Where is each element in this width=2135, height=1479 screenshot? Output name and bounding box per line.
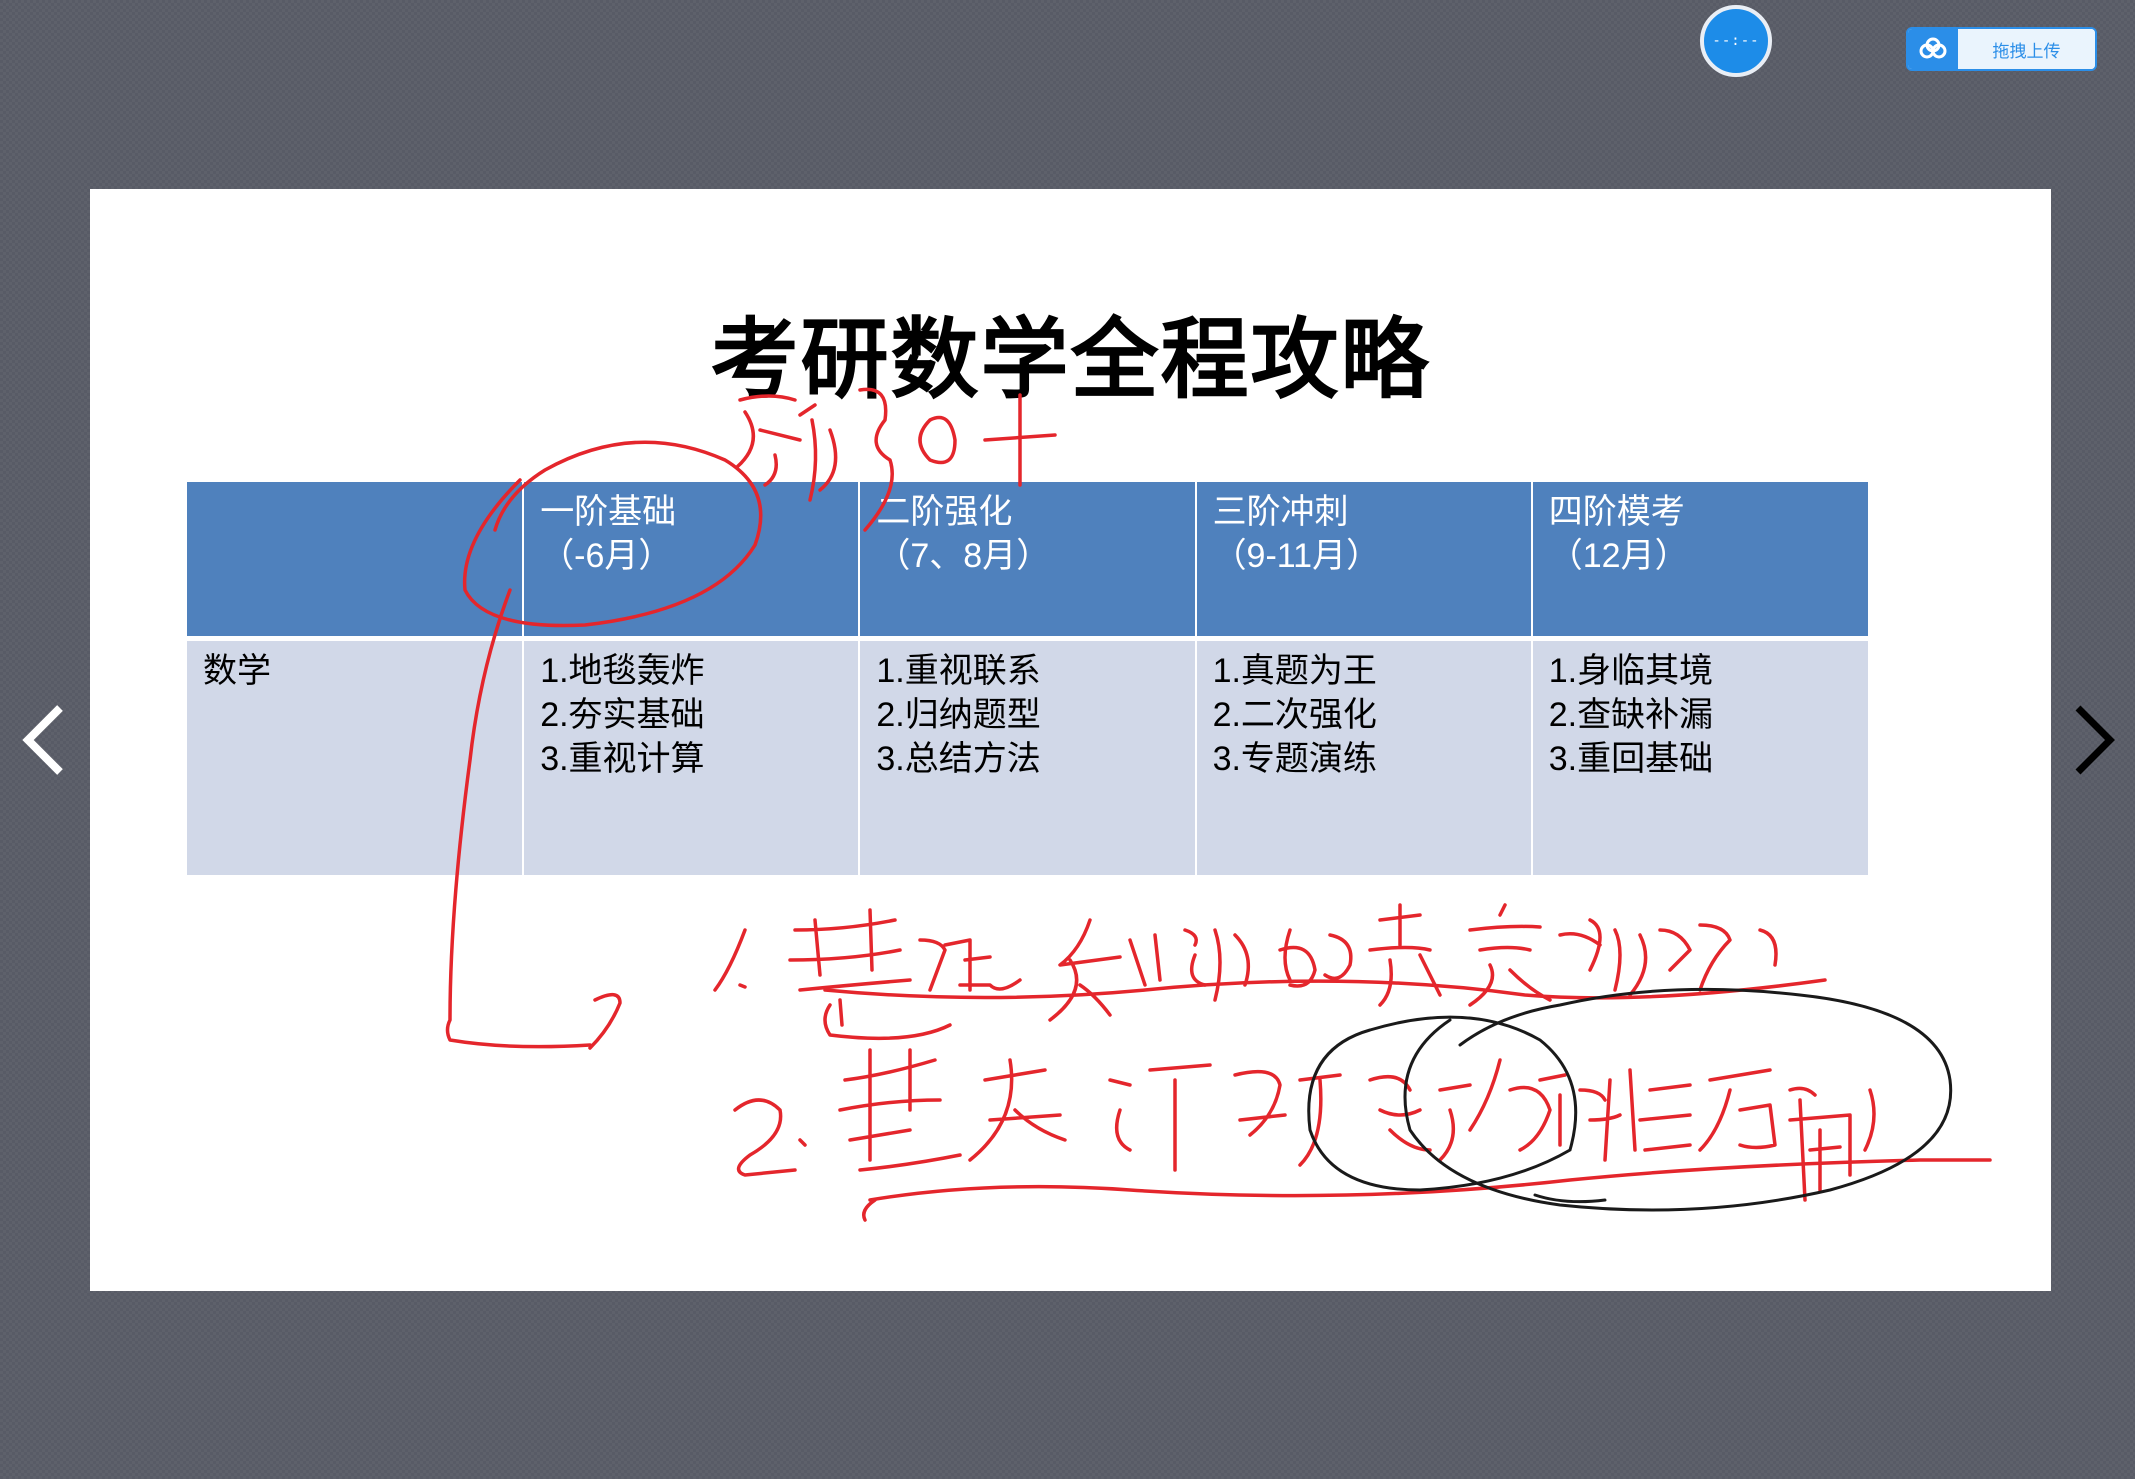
stage-name: 三阶冲刺 (1212, 493, 1349, 531)
list-item: 3.总结方法 (876, 740, 1041, 778)
cloud-upload-icon (1908, 29, 1958, 69)
list-item: 1.重视联系 (876, 652, 1041, 690)
list-item: 3.专题演练 (1212, 740, 1377, 778)
stage-period: （7、8月） (876, 537, 1051, 575)
prev-slide-button[interactable] (18, 700, 78, 780)
list-item: 2.归纳题型 (876, 696, 1041, 734)
chevron-right-icon (2075, 705, 2115, 775)
stage-period: （9-11月） (1212, 537, 1381, 575)
stage-header-3: 三阶冲刺 （9-11月） (1195, 482, 1533, 641)
stage-header-2: 二阶强化 （7、8月） (859, 482, 1197, 641)
stage-period: （12月） (1548, 537, 1689, 575)
stage-name: 四阶模考 (1548, 493, 1685, 531)
stage-header-4: 四阶模考 （12月） (1531, 482, 1868, 641)
list-item: 3.重回基础 (1548, 740, 1714, 778)
list-item: 2.夯实基础 (540, 696, 705, 734)
row-label: 数学 (203, 652, 271, 690)
list-item: 1.身临其境 (1548, 652, 1714, 690)
stage-items-4: 1.身临其境 2.查缺补漏 3.重回基础 (1531, 638, 1868, 875)
list-item: 2.二次强化 (1212, 696, 1377, 734)
table-row-math: 数学 1.地毯轰炸 2.夯实基础 3.重视计算 1.重视联系 2.归纳题型 3.… (187, 638, 1868, 875)
table-header-row: 一阶基础 （-6月） 二阶强化 （7、8月） 三阶冲刺 （9-11月） 四阶模考… (187, 482, 1868, 641)
next-slide-button[interactable] (2060, 700, 2120, 780)
list-item: 1.地毯轰炸 (540, 652, 705, 690)
chevron-left-icon (22, 705, 63, 775)
stage-period: （-6月） (540, 537, 673, 575)
stage-items-1: 1.地毯轰炸 2.夯实基础 3.重视计算 (523, 638, 861, 875)
upload-label: 拖拽上传 (1958, 29, 2095, 69)
slide-canvas: 考研数学全程攻略 一阶基础 （-6月） 二阶强化 （7、8月） 三阶冲刺 （9-… (90, 189, 2051, 1291)
header-corner-cell (187, 482, 525, 641)
stage-name: 一阶基础 (540, 493, 677, 531)
stage-items-3: 1.真题为王 2.二次强化 3.专题演练 (1195, 638, 1533, 875)
upload-button[interactable]: 拖拽上传 (1906, 27, 2097, 71)
timer-badge[interactable]: --:-- (1700, 5, 1772, 77)
list-item: 1.真题为王 (1212, 652, 1377, 690)
list-item: 2.查缺补漏 (1548, 696, 1714, 734)
stage-items-2: 1.重视联系 2.归纳题型 3.总结方法 (859, 638, 1197, 875)
list-item: 3.重视计算 (540, 740, 705, 778)
stage-header-1: 一阶基础 （-6月） (523, 482, 861, 641)
study-plan-table: 一阶基础 （-6月） 二阶强化 （7、8月） 三阶冲刺 （9-11月） 四阶模考… (187, 482, 1868, 875)
row-label-cell: 数学 (187, 638, 525, 875)
timer-text: --:-- (1712, 33, 1760, 49)
stage-name: 二阶强化 (876, 493, 1013, 531)
slide-title: 考研数学全程攻略 (710, 308, 1431, 411)
